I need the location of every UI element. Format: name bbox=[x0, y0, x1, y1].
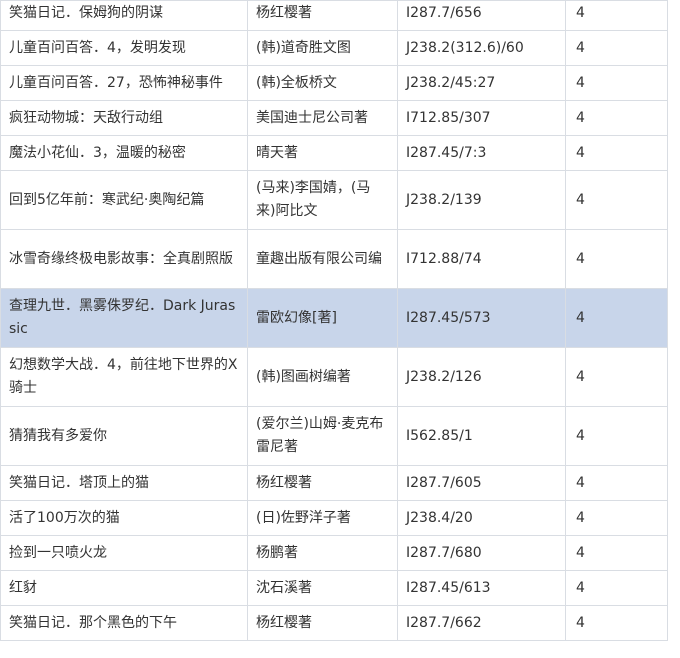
book-author-cell: 童趣出版有限公司编 bbox=[247, 229, 398, 289]
copy-count-cell: 4 bbox=[565, 135, 668, 171]
book-author-cell: (韩)道奇胜文图 bbox=[247, 30, 398, 66]
table-row[interactable]: 红豺 沈石溪著 I287.45/613 4 bbox=[0, 570, 668, 606]
table-row[interactable]: 儿童百问百答．27，恐怖神秘事件 (韩)全板桥文 J238.2/45:27 4 bbox=[0, 65, 668, 101]
table-row[interactable]: 疯狂动物城：天敌行动组 美国迪士尼公司著 I712.85/307 4 bbox=[0, 100, 668, 136]
book-title-cell: 捡到一只喷火龙 bbox=[0, 535, 248, 571]
book-author-cell: 杨红樱著 bbox=[247, 0, 398, 31]
book-title-cell: 笑猫日记．塔顶上的猫 bbox=[0, 465, 248, 501]
book-author-cell: 沈石溪著 bbox=[247, 570, 398, 606]
call-number-cell: I712.88/74 bbox=[397, 229, 566, 289]
book-author-cell: (日)佐野洋子著 bbox=[247, 500, 398, 536]
book-title-cell: 红豺 bbox=[0, 570, 248, 606]
call-number-cell: I287.7/605 bbox=[397, 465, 566, 501]
book-title-cell: 回到5亿年前：寒武纪·奥陶纪篇 bbox=[0, 170, 248, 230]
copy-count-cell: 4 bbox=[565, 570, 668, 606]
call-number-cell: J238.2/126 bbox=[397, 347, 566, 407]
call-number-cell: J238.2/45:27 bbox=[397, 65, 566, 101]
copy-count-cell: 4 bbox=[565, 170, 668, 230]
table-row[interactable]: 捡到一只喷火龙 杨鹏著 I287.7/680 4 bbox=[0, 535, 668, 571]
copy-count-cell: 4 bbox=[565, 465, 668, 501]
copy-count-cell: 4 bbox=[565, 100, 668, 136]
book-author-cell: (爱尔兰)山姆·麦克布雷尼著 bbox=[247, 406, 398, 466]
call-number-cell: I287.7/662 bbox=[397, 605, 566, 641]
copy-count-cell: 4 bbox=[565, 30, 668, 66]
book-title-cell: 冰雪奇缘终极电影故事：全真剧照版 bbox=[0, 229, 248, 289]
copy-count-cell: 4 bbox=[565, 535, 668, 571]
book-author-cell: (韩)图画树编著 bbox=[247, 347, 398, 407]
book-title-cell: 猜猜我有多爱你 bbox=[0, 406, 248, 466]
table-row[interactable]: 笑猫日记．那个黑色的下午 杨红樱著 I287.7/662 4 bbox=[0, 605, 668, 641]
call-number-cell: I712.85/307 bbox=[397, 100, 566, 136]
book-title-cell: 儿童百问百答．27，恐怖神秘事件 bbox=[0, 65, 248, 101]
copy-count-cell: 4 bbox=[565, 65, 668, 101]
table-row[interactable]: 查理九世．黑雾侏罗纪．Dark Jurassic 雷欧幻像[著] I287.45/5… bbox=[0, 288, 668, 348]
copy-count-cell: 4 bbox=[565, 0, 668, 31]
copy-count-cell: 4 bbox=[565, 500, 668, 536]
call-number-cell: I562.85/1 bbox=[397, 406, 566, 466]
book-title-cell: 笑猫日记．保姆狗的阴谋 bbox=[0, 0, 248, 31]
book-title-cell: 幻想数学大战．4，前往地下世界的X骑士 bbox=[0, 347, 248, 407]
book-author-cell: 杨鹏著 bbox=[247, 535, 398, 571]
book-author-cell: (马来)李国婧，(马来)阿比文 bbox=[247, 170, 398, 230]
book-author-cell: 晴天著 bbox=[247, 135, 398, 171]
table-row[interactable]: 幻想数学大战．4，前往地下世界的X骑士 (韩)图画树编著 J238.2/126 4 bbox=[0, 347, 668, 407]
book-author-cell: 杨红樱著 bbox=[247, 605, 398, 641]
table-row[interactable]: 猜猜我有多爱你 (爱尔兰)山姆·麦克布雷尼著 I562.85/1 4 bbox=[0, 406, 668, 466]
copy-count-cell: 4 bbox=[565, 229, 668, 289]
table-row[interactable]: 冰雪奇缘终极电影故事：全真剧照版 童趣出版有限公司编 I712.88/74 4 bbox=[0, 229, 668, 289]
table-row[interactable]: 儿童百问百答．4，发明发现 (韩)道奇胜文图 J238.2(312.6)/60 4 bbox=[0, 30, 668, 66]
book-author-cell: 雷欧幻像[著] bbox=[247, 288, 398, 348]
call-number-cell: I287.45/573 bbox=[397, 288, 566, 348]
book-title-cell: 活了100万次的猫 bbox=[0, 500, 248, 536]
book-title-cell: 魔法小花仙．3，温暖的秘密 bbox=[0, 135, 248, 171]
book-author-cell: (韩)全板桥文 bbox=[247, 65, 398, 101]
call-number-cell: I287.45/613 bbox=[397, 570, 566, 606]
call-number-cell: J238.2(312.6)/60 bbox=[397, 30, 566, 66]
book-results-body: 笑猫日记．保姆狗的阴谋 杨红樱著 I287.7/656 4 儿童百问百答．4，发明发现(… bbox=[0, 0, 668, 641]
call-number-cell: I287.45/7:3 bbox=[397, 135, 566, 171]
copy-count-cell: 4 bbox=[565, 347, 668, 407]
call-number-cell: J238.2/139 bbox=[397, 170, 566, 230]
table-row[interactable]: 魔法小花仙．3，温暖的秘密 晴天著 I287.45/7:3 4 bbox=[0, 135, 668, 171]
copy-count-cell: 4 bbox=[565, 406, 668, 466]
table-row[interactable]: 活了100万次的猫 (日)佐野洋子著 J238.4/20 4 bbox=[0, 500, 668, 536]
copy-count-cell: 4 bbox=[565, 605, 668, 641]
book-title-cell: 疯狂动物城：天敌行动组 bbox=[0, 100, 248, 136]
book-title-cell: 儿童百问百答．4，发明发现 bbox=[0, 30, 248, 66]
book-results-table: 笑猫日记．保姆狗的阴谋 杨红樱著 I287.7/656 4 儿童百问百答．4，发明发现(… bbox=[0, 0, 668, 641]
table-row[interactable]: 笑猫日记．塔顶上的猫 杨红樱著 I287.7/605 4 bbox=[0, 465, 668, 501]
book-results-table-wrap: 笑猫日记．保姆狗的阴谋 杨红樱著 I287.7/656 4 儿童百问百答．4，发明发现(… bbox=[0, 0, 668, 641]
book-title-cell: 笑猫日记．那个黑色的下午 bbox=[0, 605, 248, 641]
call-number-cell: J238.4/20 bbox=[397, 500, 566, 536]
table-row[interactable]: 回到5亿年前：寒武纪·奥陶纪篇 (马来)李国婧，(马来)阿比文 J238.2/139… bbox=[0, 170, 668, 230]
book-author-cell: 美国迪士尼公司著 bbox=[247, 100, 398, 136]
copy-count-cell: 4 bbox=[565, 288, 668, 348]
book-author-cell: 杨红樱著 bbox=[247, 465, 398, 501]
call-number-cell: I287.7/656 bbox=[397, 0, 566, 31]
table-row[interactable]: 笑猫日记．保姆狗的阴谋 杨红樱著 I287.7/656 4 bbox=[0, 0, 668, 31]
call-number-cell: I287.7/680 bbox=[397, 535, 566, 571]
book-title-cell: 查理九世．黑雾侏罗纪．Dark Jurassic bbox=[0, 288, 248, 348]
